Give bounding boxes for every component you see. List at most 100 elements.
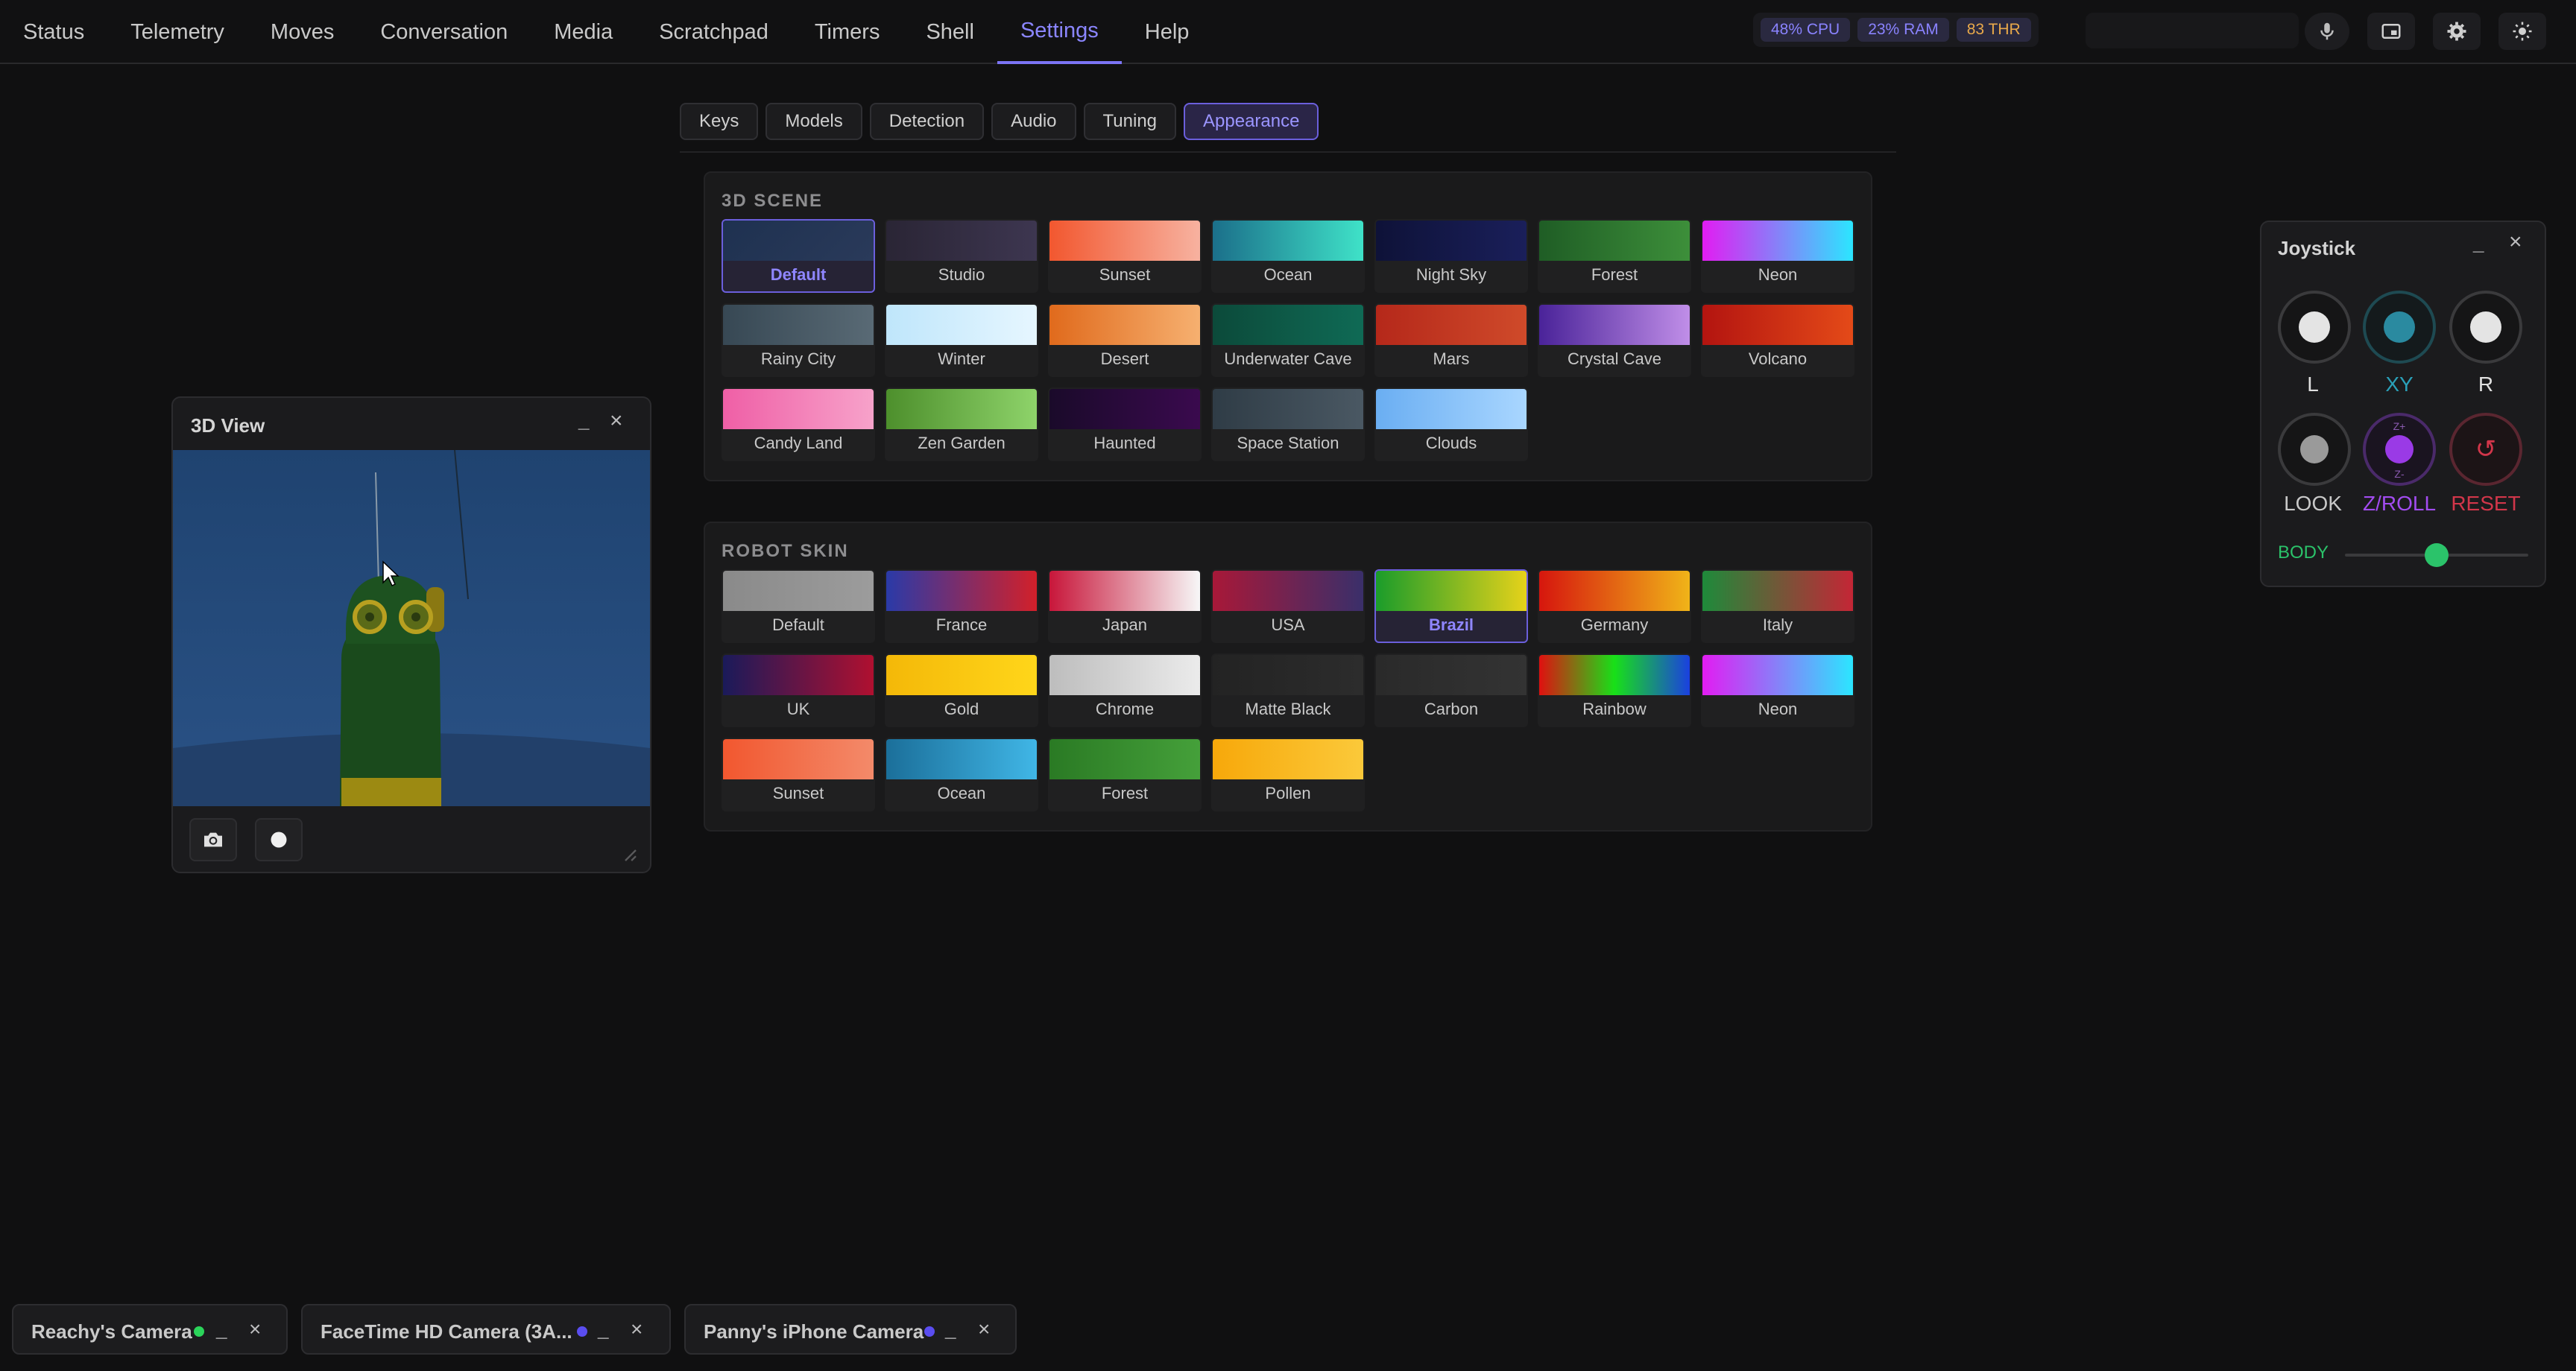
look-joystick-thumb[interactable] [2300,435,2329,463]
body-slider-thumb[interactable] [2425,543,2449,567]
camera-close-button[interactable]: × [631,1317,643,1341]
camera-tab-iphone[interactable]: Panny's iPhone Camera _ × [684,1304,1017,1355]
scene-option-desert[interactable]: Desert [1048,303,1202,377]
camera-minimize-button[interactable]: _ [216,1317,227,1340]
scene-option-haunted[interactable]: Haunted [1048,387,1202,461]
body-slider-track[interactable] [2345,543,2528,567]
scene-option-clouds[interactable]: Clouds [1374,387,1528,461]
nav-tab-status[interactable]: Status [0,0,107,64]
subtab-detection[interactable]: Detection [869,103,985,140]
scene-option-studio[interactable]: Studio [885,219,1038,293]
skin-option-chrome[interactable]: Chrome [1048,653,1202,727]
top-search-input[interactable] [2086,13,2299,48]
settings-button[interactable] [2433,13,2481,50]
joystick-window[interactable]: Joystick _ × L XY R Z+ Z- ↺ LOOK Z/ROLL … [2260,221,2546,587]
reset-button[interactable]: ↺ [2449,413,2522,486]
skin-option-matte-black[interactable]: Matte Black [1211,653,1365,727]
nav-tab-timers[interactable]: Timers [792,0,903,64]
scene-option-underwater-cave[interactable]: Underwater Cave [1211,303,1365,377]
scene-option-forest[interactable]: Forest [1538,219,1691,293]
right-joystick[interactable] [2449,291,2522,364]
scene-option-rainy-city[interactable]: Rainy City [722,303,875,377]
skin-option-italy[interactable]: Italy [1701,569,1854,643]
nav-tab-settings[interactable]: Settings [997,0,1122,64]
scene-option-default[interactable]: Default [722,219,875,293]
zroll-joystick-thumb[interactable] [2385,435,2414,463]
joystick-minimize-button[interactable]: _ [2473,231,2484,254]
skin-option-neon[interactable]: Neon [1701,653,1854,727]
skin-option-pollen[interactable]: Pollen [1211,738,1365,811]
nav-tab-moves[interactable]: Moves [247,0,357,64]
3d-viewport[interactable] [173,450,650,806]
3d-view-close-button[interactable]: × [610,408,623,434]
scene-option-candy-land[interactable]: Candy Land [722,387,875,461]
skin-option-usa[interactable]: USA [1211,569,1365,643]
left-joystick[interactable] [2278,291,2351,364]
resize-handle-icon[interactable] [620,845,641,866]
xy-joystick[interactable] [2363,291,2436,364]
theme-toggle-button[interactable] [2498,13,2546,50]
scene-option-volcano[interactable]: Volcano [1701,303,1854,377]
camera-close-button[interactable]: × [978,1317,990,1341]
skin-option-france[interactable]: France [885,569,1038,643]
skin-option-uk[interactable]: UK [722,653,875,727]
record-button[interactable] [255,818,303,861]
skin-option-label: Ocean [937,784,986,802]
skin-option-japan[interactable]: Japan [1048,569,1202,643]
nav-tab-scratchpad[interactable]: Scratchpad [636,0,792,64]
scene-option-sunset[interactable]: Sunset [1048,219,1202,293]
scene-option-label: Space Station [1237,434,1339,452]
skin-option-gold[interactable]: Gold [885,653,1038,727]
nav-tab-conversation[interactable]: Conversation [357,0,531,64]
scene-option-mars[interactable]: Mars [1374,303,1528,377]
camera-name: Panny's iPhone Camera [704,1320,924,1343]
nav-tab-help[interactable]: Help [1122,0,1213,64]
scene-option-crystal-cave[interactable]: Crystal Cave [1538,303,1691,377]
skin-option-carbon[interactable]: Carbon [1374,653,1528,727]
skin-option-rainbow[interactable]: Rainbow [1538,653,1691,727]
scene-option-neon[interactable]: Neon [1701,219,1854,293]
screenshot-button[interactable] [189,818,237,861]
joystick-close-button[interactable]: × [2509,229,2522,255]
skin-option-label: Brazil [1429,615,1474,634]
skin-option-default[interactable]: Default [722,569,875,643]
left-joystick-thumb[interactable] [2299,311,2330,343]
camera-tab-facetime[interactable]: FaceTime HD Camera (3A... _ × [301,1304,671,1355]
nav-tab-telemetry[interactable]: Telemetry [107,0,247,64]
skin-option-forest[interactable]: Forest [1048,738,1202,811]
scene-option-label: Sunset [1099,265,1151,284]
scene-option-ocean[interactable]: Ocean [1211,219,1365,293]
skin-option-sunset[interactable]: Sunset [722,738,875,811]
nav-tab-media[interactable]: Media [531,0,636,64]
subtab-tuning[interactable]: Tuning [1083,103,1177,140]
look-joystick[interactable] [2278,413,2351,486]
xy-joystick-thumb[interactable] [2384,311,2415,343]
skin-option-label: Neon [1758,700,1798,718]
scene-option-night-sky[interactable]: Night Sky [1374,219,1528,293]
scene-option-space-station[interactable]: Space Station [1211,387,1365,461]
camera-minimize-button[interactable]: _ [945,1317,956,1340]
right-joystick-thumb[interactable] [2470,311,2501,343]
3d-view-window[interactable]: 3D View _ × [171,396,651,873]
subtab-keys[interactable]: Keys [680,103,759,140]
skin-option-label: Rainbow [1582,700,1647,718]
subtab-appearance[interactable]: Appearance [1184,103,1319,140]
scene-option-zen-garden[interactable]: Zen Garden [885,387,1038,461]
nav-tab-shell[interactable]: Shell [903,0,997,64]
zroll-joystick[interactable]: Z+ Z- [2363,413,2436,486]
skin-option-brazil[interactable]: Brazil [1374,569,1528,643]
skin-option-ocean[interactable]: Ocean [885,738,1038,811]
picture-in-picture-button[interactable] [2367,13,2415,50]
skin-swatch-color [886,571,1037,611]
3d-view-minimize-button[interactable]: _ [578,408,589,431]
microphone-button[interactable] [2305,13,2349,50]
camera-minimize-button[interactable]: _ [598,1317,608,1340]
scene-option-winter[interactable]: Winter [885,303,1038,377]
subtab-models[interactable]: Models [765,103,862,140]
skin-swatch-color [1539,571,1690,611]
subtab-audio[interactable]: Audio [991,103,1076,140]
scene-option-label: Studio [938,265,985,284]
camera-tab-reachy[interactable]: Reachy's Camera _ × [12,1304,288,1355]
skin-option-germany[interactable]: Germany [1538,569,1691,643]
camera-close-button[interactable]: × [249,1317,261,1341]
